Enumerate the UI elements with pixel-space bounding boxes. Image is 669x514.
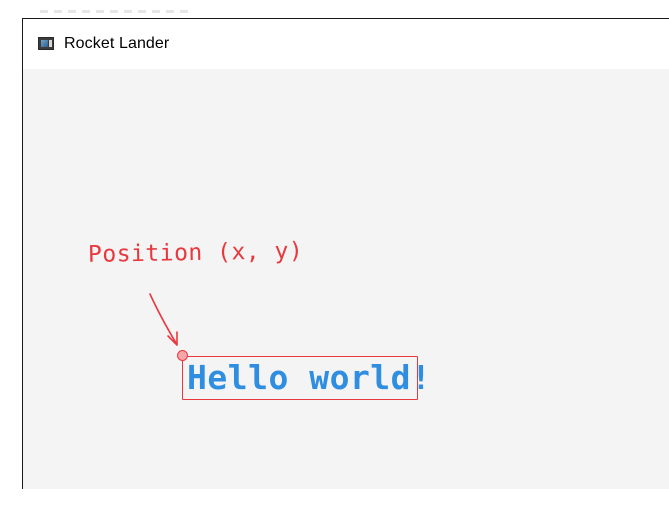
window-title: Rocket Lander (64, 35, 170, 52)
position-marker-dot (177, 350, 188, 361)
faded-background-text (40, 10, 190, 13)
position-annotation-label: Position (x, y) (87, 238, 304, 268)
game-canvas[interactable] (23, 69, 669, 489)
screenshot-root: Rocket Lander Position (x, y) Hello worl… (0, 0, 669, 514)
background-strip (0, 0, 669, 18)
hello-world-text: Hello world! (187, 358, 432, 397)
app-window-icon (38, 37, 54, 50)
window-titlebar[interactable]: Rocket Lander (23, 19, 669, 69)
